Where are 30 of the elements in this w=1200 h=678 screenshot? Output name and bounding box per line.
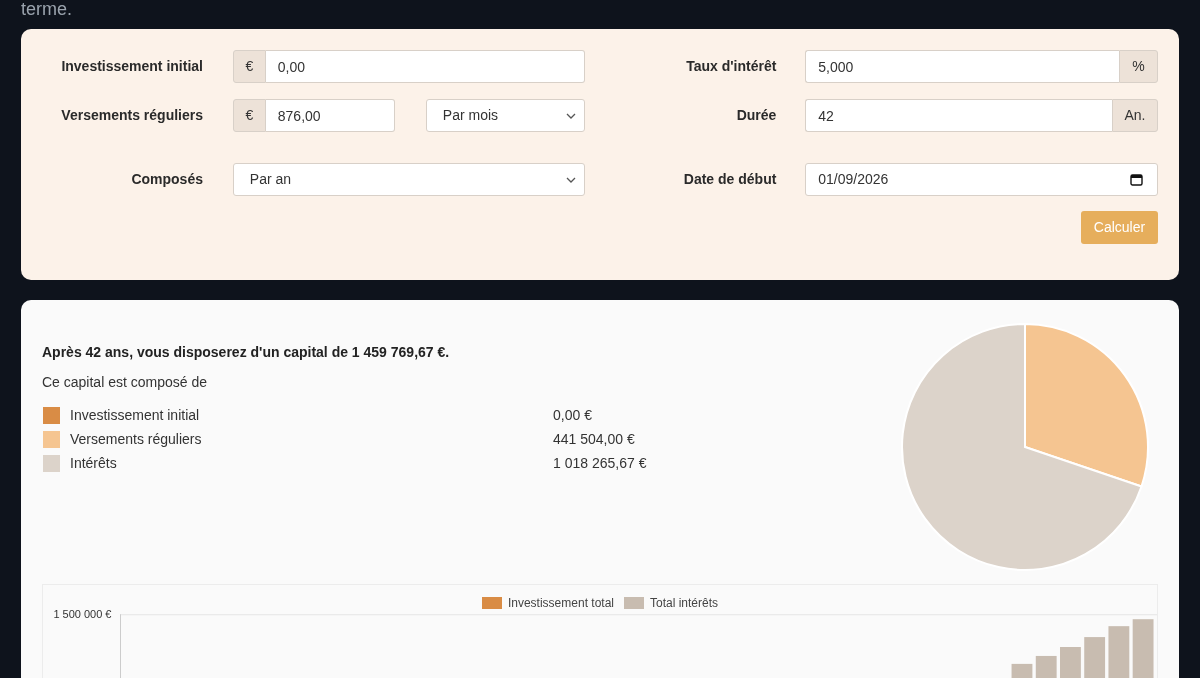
intro-text: terme.: [21, 0, 72, 19]
breakdown-label: Versements réguliers: [70, 429, 203, 449]
summary-text: Après 42 ans, vous disposerez d'un capital de 1 459 769,67 €.: [42, 343, 451, 361]
breakdown-value: 1 018 265,67 €: [553, 453, 647, 473]
dropdown[interactable]: Par mois: [425, 99, 585, 132]
field-label: Date de début: [682, 170, 777, 189]
calendar-icon: [1130, 173, 1143, 186]
legend-label: Total intérêts: [650, 595, 719, 612]
text-field[interactable]: 876,00: [265, 99, 395, 132]
field-label: Durée: [735, 106, 777, 125]
unit-label: An.: [1112, 99, 1158, 132]
text-field[interactable]: 0,00: [265, 50, 585, 83]
breakdown-label: Intérêts: [70, 453, 118, 473]
field-label: Taux d'intérêt: [685, 57, 777, 76]
field-label: Versements réguliers: [60, 106, 203, 125]
text-field[interactable]: 42: [805, 99, 1112, 132]
unit-label: €: [232, 50, 266, 83]
breakdown-value: 441 504,00 €: [553, 429, 635, 449]
breakdown-label: Investissement initial: [70, 405, 201, 425]
legend-label: Investissement total: [507, 595, 614, 612]
unit-label: %: [1119, 50, 1158, 83]
breakdown-intro: Ce capital est composé de: [42, 373, 208, 391]
field-label: Investissement initial: [60, 57, 203, 76]
field-label: Composés: [130, 170, 203, 189]
dropdown[interactable]: Par an: [232, 163, 585, 196]
breakdown-value: 0,00 €: [553, 405, 592, 425]
text-field[interactable]: 5,000: [805, 50, 1119, 83]
unit-label: €: [232, 99, 266, 132]
axis-tick-label: 1 500 000 €: [52, 607, 113, 622]
date-field[interactable]: 01/09/2026: [805, 163, 1158, 196]
